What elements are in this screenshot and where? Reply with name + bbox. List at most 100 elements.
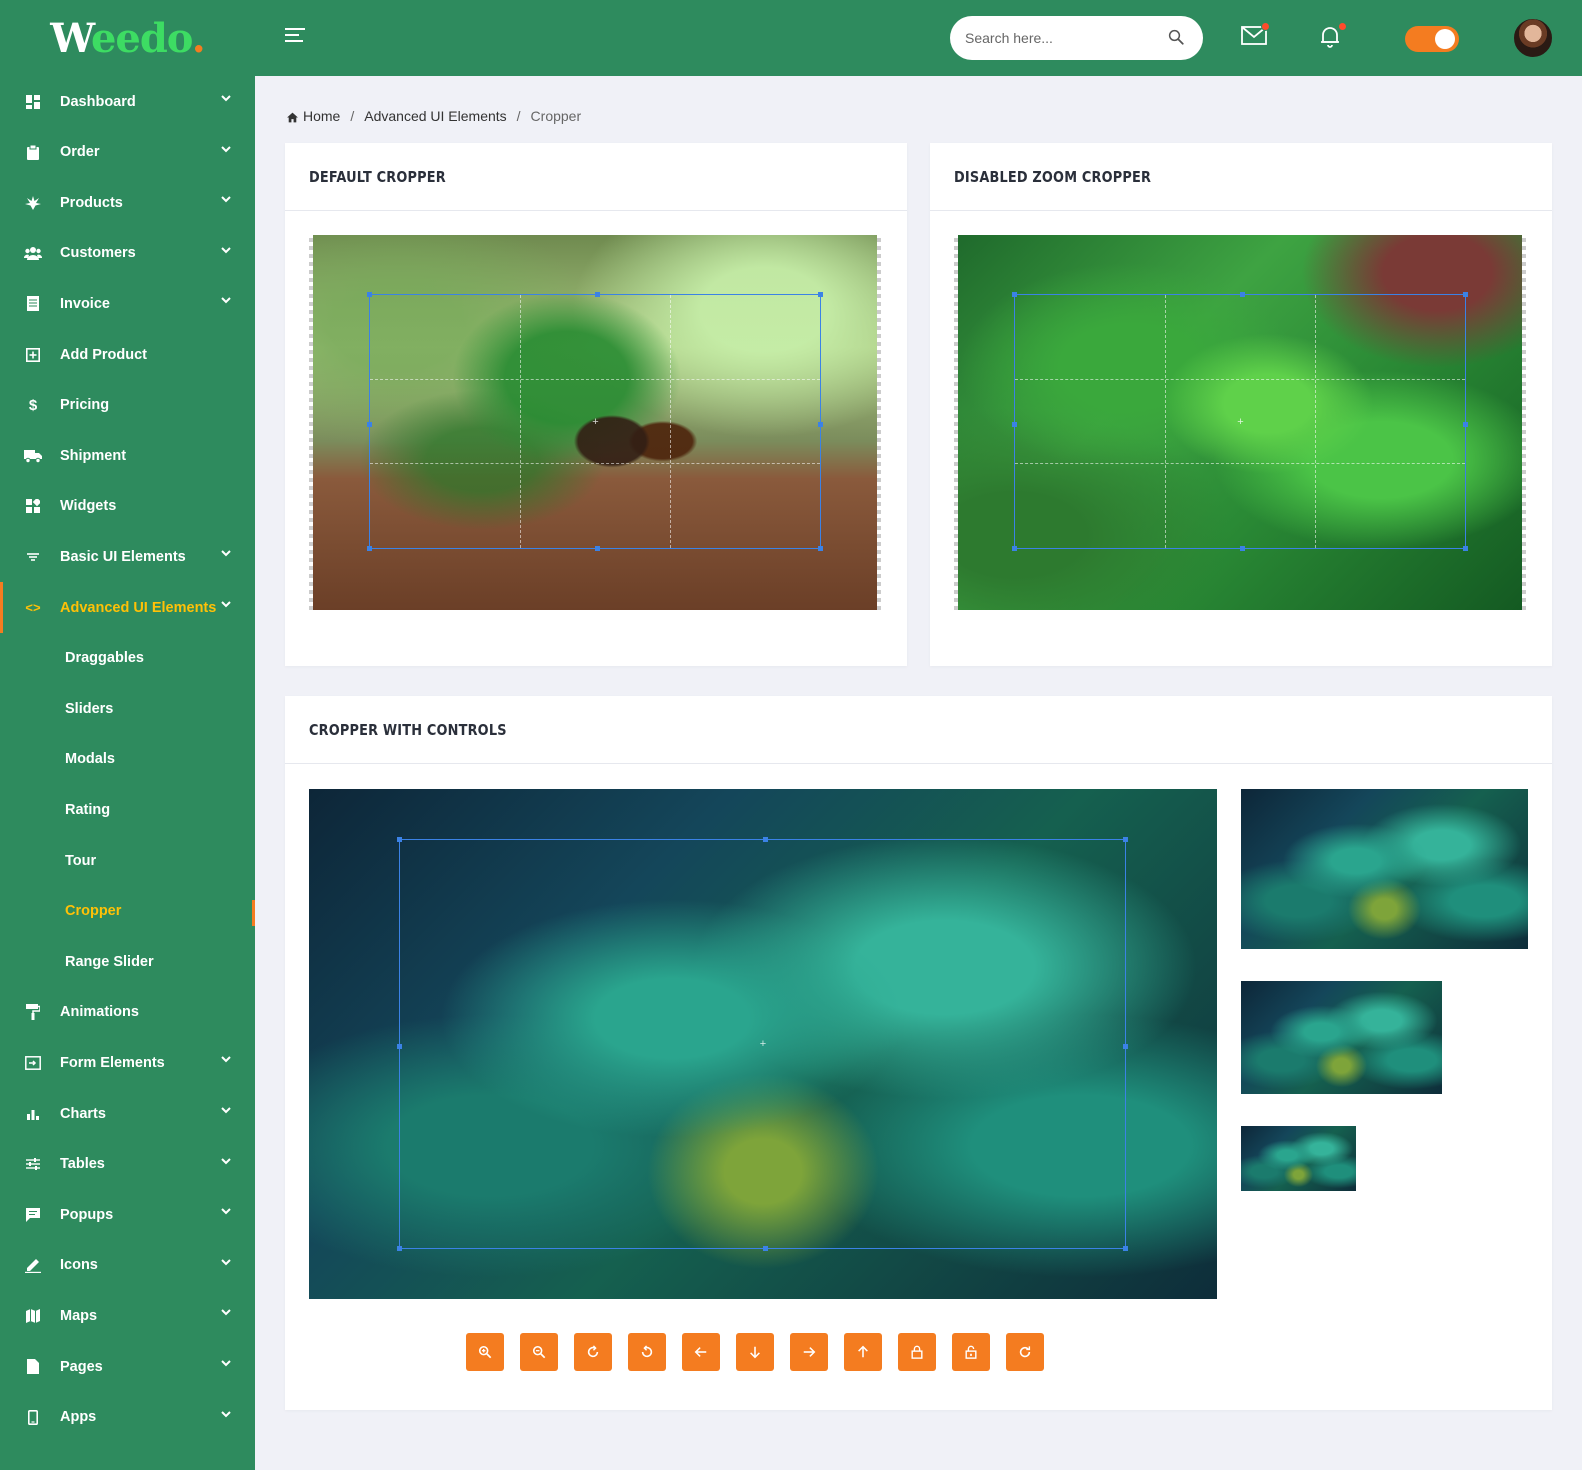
sidebar-item-charts[interactable]: Charts — [0, 1088, 255, 1139]
sidebar-item-order[interactable]: Order — [0, 127, 255, 178]
cropper-canvas: + — [954, 235, 1526, 610]
zoom-out-button[interactable] — [520, 1333, 558, 1371]
sliders-icon — [24, 1155, 42, 1173]
dollar-icon: $ — [28, 396, 38, 414]
sidebar-subitem-range-slider[interactable]: Range Slider — [0, 936, 255, 987]
chevron-down-icon — [221, 1308, 233, 1320]
message-icon — [24, 1206, 42, 1224]
crop-handle[interactable] — [818, 292, 823, 297]
sidebar-item-advanced-ui-elements[interactable]: <> Advanced UI Elements — [0, 582, 255, 633]
crop-handle[interactable] — [1463, 292, 1468, 297]
crop-handle[interactable] — [1123, 1044, 1128, 1049]
crop-handle[interactable] — [762, 1246, 768, 1251]
crop-box[interactable]: + — [397, 837, 1128, 1251]
crop-handle[interactable] — [1463, 546, 1468, 551]
sidebar-item-animations[interactable]: Animations — [0, 987, 255, 1038]
sidebar-subitem-draggables[interactable]: Draggables — [0, 633, 255, 684]
zoom-in-icon — [478, 1345, 492, 1359]
zoom-out-icon — [532, 1345, 546, 1359]
crop-handle[interactable] — [397, 1044, 402, 1049]
crop-box[interactable]: + — [367, 292, 823, 551]
bell-icon[interactable] — [1318, 22, 1347, 50]
crop-handle[interactable] — [595, 546, 600, 551]
theme-toggle[interactable] — [1405, 26, 1459, 52]
chevron-down-icon — [221, 1157, 233, 1169]
preview-small — [1241, 1126, 1356, 1191]
unlock-icon — [964, 1345, 978, 1359]
arrow-up-icon — [856, 1345, 870, 1359]
sidebar-item-add-product[interactable]: Add Product — [0, 329, 255, 380]
breadcrumb-home[interactable]: Home — [303, 108, 340, 124]
sidebar-subitem-cropper[interactable]: Cropper — [0, 886, 255, 937]
disabled-zoom-cropper-card: DISABLED ZOOM CROPPER + — [930, 143, 1552, 666]
sidebar-subitem-modals[interactable]: Modals — [0, 734, 255, 785]
logo[interactable]: Weedo. — [0, 0, 255, 76]
chevron-down-icon — [221, 94, 233, 106]
crop-handle[interactable] — [367, 546, 372, 551]
sidebar-item-icons[interactable]: Icons — [0, 1240, 255, 1291]
crop-handle[interactable] — [1012, 292, 1017, 297]
sidebar-item-basic-ui-elements[interactable]: Basic UI Elements — [0, 531, 255, 582]
unlock-button[interactable] — [952, 1333, 990, 1371]
rotate-right-button[interactable] — [574, 1333, 612, 1371]
sidebar-item-label: Basic UI Elements — [60, 548, 186, 565]
reset-button[interactable] — [1006, 1333, 1044, 1371]
lock-button[interactable] — [898, 1333, 936, 1371]
sidebar-item-tables[interactable]: Tables — [0, 1139, 255, 1190]
cropper-with-controls-card: CROPPER WITH CONTROLS + — [285, 696, 1552, 1410]
sidebar-item-customers[interactable]: Customers — [0, 228, 255, 279]
sidebar-item-dashboard[interactable]: Dashboard — [0, 76, 255, 127]
search-box — [950, 16, 1203, 60]
crop-handle[interactable] — [1123, 837, 1128, 842]
clipboard-icon — [24, 143, 42, 161]
breadcrumb-parent[interactable]: Advanced UI Elements — [364, 108, 506, 124]
sidebar-item-pages[interactable]: Pages — [0, 1341, 255, 1392]
sidebar-item-form-elements[interactable]: Form Elements — [0, 1037, 255, 1088]
form-icon — [24, 1054, 42, 1072]
sidebar-item-apps[interactable]: Apps — [0, 1392, 255, 1443]
move-left-button[interactable] — [682, 1333, 720, 1371]
crop-handle[interactable] — [1463, 421, 1468, 427]
sidebar-item-shipment[interactable]: Shipment — [0, 430, 255, 481]
zoom-in-button[interactable] — [466, 1333, 504, 1371]
sidebar-item-invoice[interactable]: Invoice — [0, 278, 255, 329]
chevron-down-icon — [221, 1410, 233, 1422]
crop-handle[interactable] — [367, 421, 372, 427]
crop-handle[interactable] — [1012, 546, 1017, 551]
sidebar-item-maps[interactable]: Maps — [0, 1290, 255, 1341]
mail-icon[interactable] — [1241, 22, 1270, 50]
sidebar-subitem-tour[interactable]: Tour — [0, 835, 255, 886]
move-down-button[interactable] — [736, 1333, 774, 1371]
user-avatar[interactable] — [1512, 17, 1554, 59]
sidebar-item-widgets[interactable]: Widgets — [0, 481, 255, 532]
sidebar-item-label: Form Elements — [60, 1054, 165, 1071]
crop-handle[interactable] — [367, 292, 372, 297]
crop-handle[interactable] — [1240, 546, 1245, 551]
arrow-down-icon — [748, 1345, 762, 1359]
sidebar-subitem-rating[interactable]: Rating — [0, 784, 255, 835]
crop-handle[interactable] — [1123, 1246, 1128, 1251]
crop-handle[interactable] — [762, 837, 768, 842]
crop-handle[interactable] — [1012, 421, 1017, 427]
search-icon[interactable] — [1167, 28, 1185, 46]
sidebar-item-label: Customers — [60, 245, 136, 262]
preview-large — [1241, 789, 1528, 949]
crop-handle[interactable] — [818, 546, 823, 551]
sidebar-item-popups[interactable]: Popups — [0, 1189, 255, 1240]
search-input[interactable] — [950, 16, 1150, 60]
rotate-left-button[interactable] — [628, 1333, 666, 1371]
move-up-button[interactable] — [844, 1333, 882, 1371]
menu-toggle-icon[interactable] — [285, 28, 305, 44]
sidebar-item-pricing[interactable]: $ Pricing — [0, 380, 255, 431]
crop-handle[interactable] — [397, 837, 402, 842]
sidebar-subitem-sliders[interactable]: Sliders — [0, 683, 255, 734]
pen-icon — [24, 1256, 42, 1274]
crop-handle[interactable] — [397, 1246, 402, 1251]
crop-handle[interactable] — [595, 292, 600, 297]
sidebar-item-products[interactable]: Products — [0, 177, 255, 228]
crop-handle[interactable] — [1240, 292, 1245, 297]
card-title: DISABLED ZOOM CROPPER — [954, 167, 1152, 186]
crop-handle[interactable] — [818, 421, 823, 427]
move-right-button[interactable] — [790, 1333, 828, 1371]
crop-box[interactable]: + — [1012, 292, 1468, 551]
